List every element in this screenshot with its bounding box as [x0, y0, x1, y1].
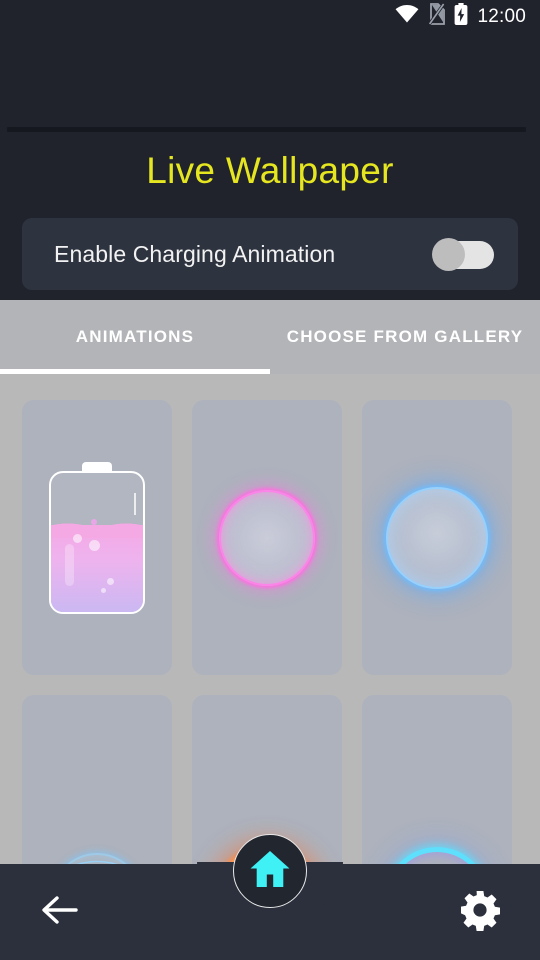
blue-energy-orb-icon [386, 486, 488, 589]
back-button[interactable] [12, 864, 108, 960]
page-title: Live Wallpaper [146, 150, 394, 191]
tab-bar: ANIMATIONS CHOOSE FROM GALLERY [0, 300, 540, 374]
animations-gallery [0, 374, 540, 874]
tab-choose-from-gallery-label: CHOOSE FROM GALLERY [286, 327, 524, 346]
app-root: 12:00 Live Wallpaper Enable Charging Ani… [0, 0, 540, 960]
enable-charging-animation-label: Enable Charging Animation [54, 240, 336, 267]
home-icon [249, 849, 291, 894]
animation-card-blue-lightning[interactable] [22, 695, 172, 874]
animation-card-cyan-glow-ring[interactable] [362, 695, 512, 874]
battery-charging-icon [454, 2, 468, 30]
toggle-thumb [432, 237, 465, 271]
tab-animations-label: ANIMATIONS [75, 327, 195, 346]
charging-animation-toggle[interactable] [432, 237, 494, 271]
animation-card-liquid-battery[interactable] [22, 400, 172, 675]
status-bar: 12:00 [0, 0, 540, 32]
ad-divider [7, 127, 526, 132]
wifi-icon [395, 4, 419, 28]
ad-banner-slot [0, 32, 540, 129]
tab-animations[interactable]: ANIMATIONS [0, 300, 270, 374]
pink-particle-orb-icon [219, 489, 315, 586]
status-bar-clock: 12:00 [477, 5, 526, 27]
back-arrow-icon [40, 893, 80, 932]
liquid-battery-icon [49, 461, 145, 614]
animation-card-blue-energy-orb[interactable] [362, 400, 512, 675]
tab-choose-from-gallery[interactable]: CHOOSE FROM GALLERY [270, 300, 540, 374]
home-button[interactable] [233, 834, 307, 908]
gear-icon [459, 889, 501, 936]
settings-button[interactable] [432, 864, 528, 960]
enable-charging-animation-row[interactable]: Enable Charging Animation [22, 218, 518, 290]
animations-grid [22, 400, 522, 874]
no-sim-icon [428, 2, 446, 30]
bottom-navigation-bar [0, 834, 540, 960]
animation-card-pink-particle-orb[interactable] [192, 400, 342, 675]
